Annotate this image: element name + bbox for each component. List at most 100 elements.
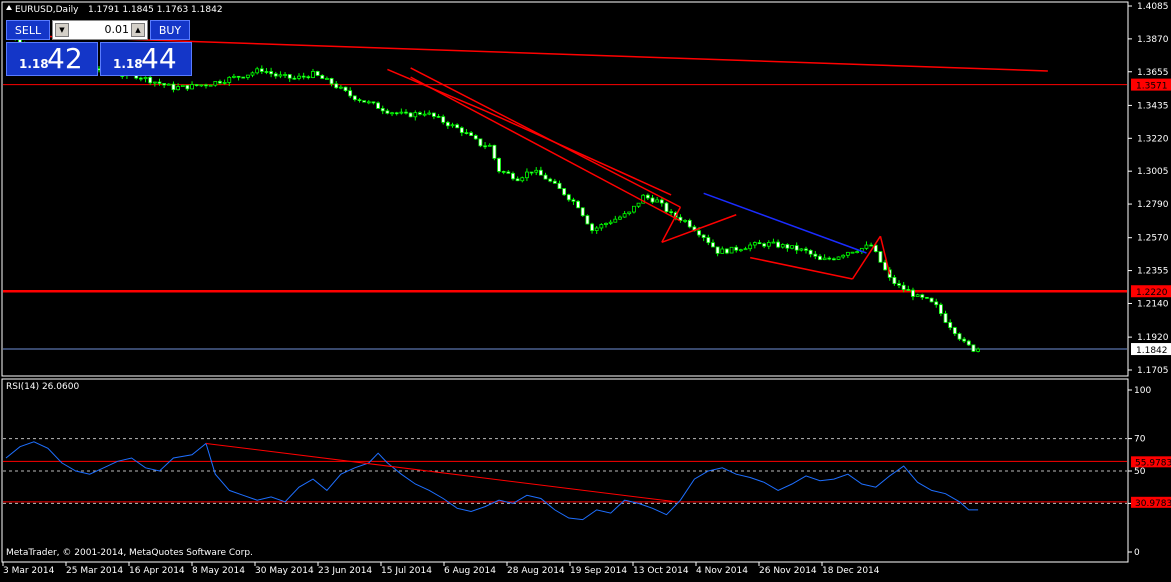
candle-body[interactable]: [315, 71, 320, 76]
candle-body[interactable]: [241, 76, 246, 79]
candle-body[interactable]: [352, 95, 357, 101]
candle-body[interactable]: [422, 113, 427, 116]
candle-body[interactable]: [655, 199, 660, 203]
candle-body[interactable]: [394, 112, 399, 115]
candle-body[interactable]: [613, 218, 618, 223]
candle-body[interactable]: [180, 84, 185, 87]
candle-body[interactable]: [204, 84, 208, 87]
candle-body[interactable]: [818, 255, 822, 261]
candle-body[interactable]: [925, 296, 929, 299]
candle-body[interactable]: [283, 74, 287, 76]
candle-body[interactable]: [171, 83, 176, 91]
chart-canvas[interactable]: EURUSD,Daily 1.1791 1.1845 1.1763 1.1842 R…: [0, 0, 1171, 578]
candle-body[interactable]: [697, 230, 701, 236]
candle-body[interactable]: [808, 249, 813, 255]
candle-body[interactable]: [459, 127, 464, 133]
candle-body[interactable]: [232, 75, 236, 78]
sell-button[interactable]: SELL: [6, 20, 50, 40]
candle-body[interactable]: [334, 83, 339, 89]
candle-body[interactable]: [952, 327, 957, 335]
candle-body[interactable]: [166, 83, 171, 86]
candle-body[interactable]: [720, 248, 725, 254]
candle-body[interactable]: [762, 243, 767, 247]
candle-body[interactable]: [799, 248, 804, 251]
candle-body[interactable]: [790, 245, 794, 249]
candle-body[interactable]: [306, 76, 311, 79]
candle-body[interactable]: [845, 251, 850, 256]
candle-body[interactable]: [357, 99, 362, 102]
candle-body[interactable]: [669, 211, 674, 214]
candle-body[interactable]: [757, 242, 762, 245]
candle-body[interactable]: [450, 124, 455, 127]
candle-body[interactable]: [966, 340, 971, 346]
candle-body[interactable]: [622, 213, 627, 218]
candle-body[interactable]: [911, 289, 915, 297]
candle-body[interactable]: [548, 178, 553, 182]
candle-body[interactable]: [664, 202, 669, 213]
candle-body[interactable]: [199, 84, 204, 87]
candle-body[interactable]: [566, 194, 571, 201]
candle-body[interactable]: [385, 110, 390, 114]
candle-body[interactable]: [469, 132, 474, 136]
candle-body[interactable]: [320, 75, 325, 79]
candle-body[interactable]: [683, 219, 687, 222]
candle-body[interactable]: [138, 77, 143, 80]
blue-trendline[interactable]: [703, 192, 867, 254]
candle-body[interactable]: [557, 182, 562, 189]
candle-body[interactable]: [771, 241, 776, 244]
candle-body[interactable]: [529, 171, 534, 174]
candle-body[interactable]: [255, 68, 260, 74]
candle-body[interactable]: [152, 81, 157, 84]
candle-body[interactable]: [701, 234, 706, 238]
candle-body[interactable]: [855, 251, 860, 254]
candle-body[interactable]: [576, 200, 580, 209]
candle-body[interactable]: [269, 71, 274, 75]
candle-body[interactable]: [864, 244, 869, 249]
candle-body[interactable]: [157, 81, 162, 84]
buy-price-quote[interactable]: 1.18 44: [100, 42, 192, 76]
chart-window[interactable]: EURUSD,Daily 1.1791 1.1845 1.1763 1.1842 R…: [0, 0, 1171, 578]
candle-body[interactable]: [645, 194, 650, 199]
candle-body[interactable]: [464, 132, 469, 134]
candle-body[interactable]: [562, 188, 567, 196]
candle-body[interactable]: [827, 257, 832, 260]
candle-body[interactable]: [734, 246, 739, 251]
candle-body[interactable]: [580, 207, 585, 217]
candle-body[interactable]: [143, 76, 148, 80]
candle-body[interactable]: [594, 227, 599, 231]
candle-body[interactable]: [399, 111, 404, 114]
candle-body[interactable]: [273, 73, 278, 77]
candle-body[interactable]: [971, 344, 976, 352]
candle-body[interactable]: [483, 145, 487, 148]
lot-size-input[interactable]: ▼ 0.01 ▲: [52, 20, 148, 40]
candle-body[interactable]: [920, 294, 925, 298]
candle-body[interactable]: [711, 242, 715, 248]
candle-body[interactable]: [418, 112, 422, 115]
candle-body[interactable]: [538, 169, 543, 176]
candle-body[interactable]: [427, 112, 432, 115]
candle-body[interactable]: [883, 261, 887, 271]
candle-body[interactable]: [706, 237, 711, 244]
candle-body[interactable]: [222, 82, 227, 84]
candle-body[interactable]: [585, 215, 590, 225]
candle-body[interactable]: [906, 289, 911, 291]
candle-body[interactable]: [185, 84, 190, 90]
candle-body[interactable]: [376, 102, 380, 109]
candle-body[interactable]: [404, 111, 408, 114]
candle-body[interactable]: [604, 222, 608, 225]
candle-body[interactable]: [627, 211, 632, 215]
lot-decrease-icon[interactable]: ▼: [55, 23, 69, 37]
candle-body[interactable]: [962, 338, 967, 342]
candle-body[interactable]: [636, 202, 641, 207]
candle-body[interactable]: [408, 112, 413, 118]
lot-increase-icon[interactable]: ▲: [131, 23, 145, 37]
candle-body[interactable]: [162, 83, 167, 86]
candle-body[interactable]: [725, 248, 729, 254]
candle-body[interactable]: [343, 86, 348, 92]
candle-body[interactable]: [250, 72, 255, 76]
candle-body[interactable]: [804, 248, 808, 251]
candle-body[interactable]: [301, 75, 306, 78]
candle-body[interactable]: [543, 174, 548, 180]
candle-body[interactable]: [976, 348, 980, 352]
candle-body[interactable]: [571, 199, 576, 202]
